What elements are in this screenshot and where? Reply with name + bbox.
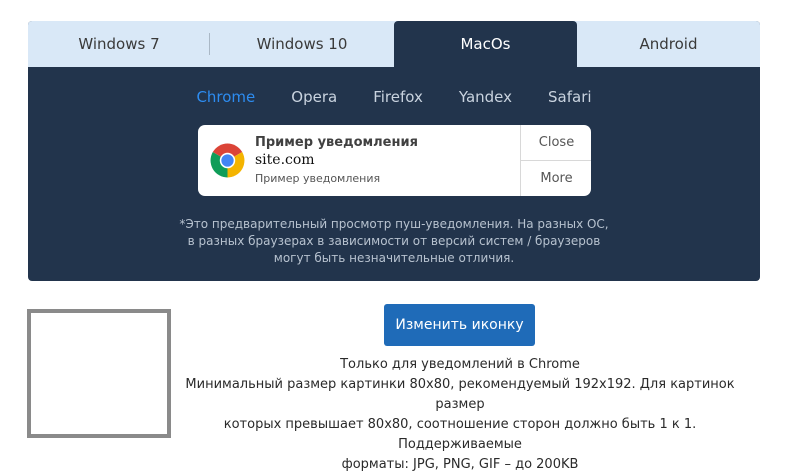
notification-site: site.com [255, 152, 315, 168]
tab-safari[interactable]: Safari [530, 87, 610, 107]
push-notification-card: Пример уведомления site.com Пример уведо… [198, 125, 591, 196]
tab-android[interactable]: Android [577, 21, 760, 67]
requirements-line: которых превышает 80x80, соотношение сто… [223, 417, 697, 452]
requirements-line: Только для уведомлений в Chrome [340, 357, 580, 372]
tab-firefox[interactable]: Firefox [355, 87, 441, 107]
icon-preview-box [27, 309, 171, 438]
close-button[interactable]: Close [521, 125, 591, 161]
tab-windows-7[interactable]: Windows 7 [28, 21, 210, 67]
chrome-logo-icon [210, 143, 245, 178]
more-button[interactable]: More [521, 161, 591, 196]
requirements-line: Минимальный размер картинки 80x80, реком… [185, 377, 735, 412]
tab-windows-10[interactable]: Windows 10 [210, 21, 394, 67]
change-icon-button[interactable]: Изменить иконку [384, 304, 535, 346]
icon-requirements: Только для уведомлений в Chrome Минималь… [172, 355, 748, 475]
tab-chrome[interactable]: Chrome [178, 87, 273, 107]
notification-title: Пример уведомления [255, 135, 418, 150]
notification-body: Пример уведомления [255, 172, 381, 185]
preview-disclaimer: *Это предварительный просмотр пуш-уведом… [28, 216, 760, 267]
requirements-line: форматы: JPG, PNG, GIF – до 200KB [341, 457, 579, 472]
tab-macos[interactable]: MacOs [394, 21, 577, 67]
disclaimer-line: *Это предварительный просмотр пуш-уведом… [179, 217, 609, 231]
tab-opera[interactable]: Opera [273, 87, 355, 107]
os-tab-bar: Windows 7 Windows 10 MacOs Android [28, 21, 760, 67]
disclaimer-line: в разных браузерах в зависимости от верс… [187, 234, 601, 248]
tab-yandex[interactable]: Yandex [441, 87, 530, 107]
notification-preview-panel: Windows 7 Windows 10 MacOs Android Chrom… [28, 21, 760, 281]
notification-actions: Close More [520, 125, 591, 196]
browser-tab-bar: Chrome Opera Firefox Yandex Safari [28, 87, 760, 107]
disclaimer-line: могут быть незначительные отличия. [273, 251, 515, 265]
